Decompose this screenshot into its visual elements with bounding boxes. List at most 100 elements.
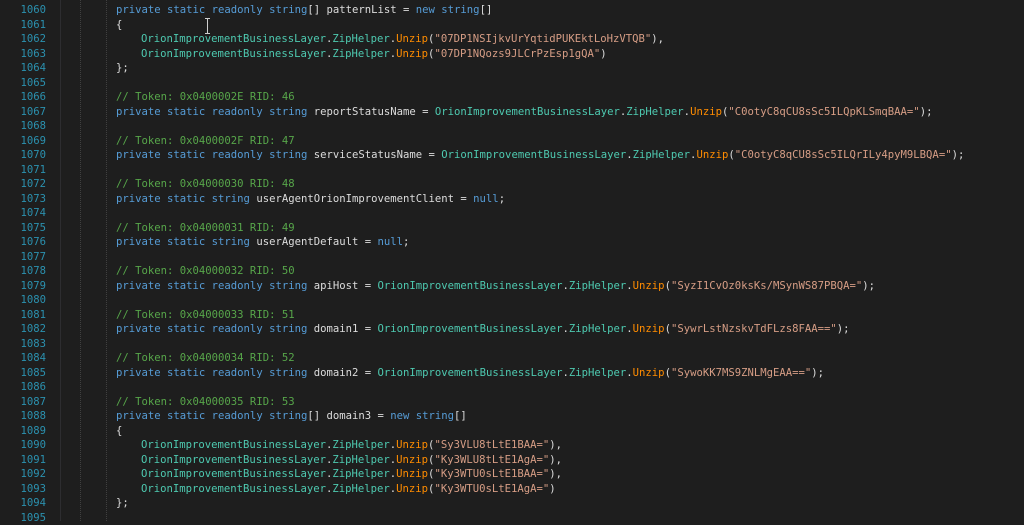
- code-token: );: [920, 106, 933, 118]
- line-number: 1069: [0, 134, 46, 149]
- code-token: private static readonly string: [116, 4, 307, 16]
- code-token: "SyzI1CvOz0ksKs/MSynWS87PBQA=": [671, 280, 862, 292]
- code-line[interactable]: {: [116, 424, 122, 439]
- code-token: new string: [416, 4, 480, 16]
- code-token: private static readonly string: [116, 280, 307, 292]
- code-token: private static readonly string: [116, 410, 307, 422]
- code-token: // Token: 0x04000032 RID: 50: [116, 265, 295, 277]
- code-line[interactable]: // Token: 0x04000032 RID: 50: [116, 264, 295, 279]
- code-token: // Token: 0x04000035 RID: 53: [116, 396, 295, 408]
- line-number: 1071: [0, 163, 46, 178]
- line-number: 1077: [0, 250, 46, 265]
- code-line[interactable]: private static readonly string reportSta…: [116, 105, 932, 120]
- code-line[interactable]: OrionImprovementBusinessLayer.ZipHelper.…: [141, 453, 562, 468]
- code-line[interactable]: {: [116, 18, 122, 33]
- code-line[interactable]: private static readonly string apiHost =…: [116, 279, 875, 294]
- code-token: [] domain3 =: [307, 410, 390, 422]
- line-number: 1078: [0, 264, 46, 279]
- code-token: // Token: 0x04000030 RID: 48: [116, 178, 295, 190]
- code-token: OrionImprovementBusinessLayer: [141, 483, 326, 495]
- code-line[interactable]: private static readonly string serviceSt…: [116, 148, 964, 163]
- code-token: // Token: 0x0400002E RID: 46: [116, 91, 295, 103]
- code-token: Unzip: [396, 468, 428, 480]
- text-cursor-icon: [205, 18, 211, 34]
- code-line[interactable]: // Token: 0x04000034 RID: 52: [116, 351, 295, 366]
- code-token: apiHost =: [307, 280, 377, 292]
- code-line[interactable]: // Token: 0x04000031 RID: 49: [116, 221, 295, 236]
- code-line[interactable]: // Token: 0x0400002E RID: 46: [116, 90, 295, 105]
- code-token: []: [480, 4, 493, 16]
- code-token: "SywrLstNzskvTdFLzs8FAA==": [671, 323, 837, 335]
- code-token: Unzip: [396, 483, 428, 495]
- code-token: []: [454, 410, 467, 422]
- line-number: 1084: [0, 351, 46, 366]
- code-token: ),: [549, 439, 562, 451]
- line-number: 1082: [0, 322, 46, 337]
- line-number: 1062: [0, 32, 46, 47]
- line-number: 1064: [0, 61, 46, 76]
- code-line[interactable]: // Token: 0x04000035 RID: 53: [116, 395, 295, 410]
- code-line[interactable]: OrionImprovementBusinessLayer.ZipHelper.…: [141, 482, 556, 497]
- line-number: 1072: [0, 177, 46, 192]
- code-token: ZipHelper: [332, 454, 389, 466]
- code-token: };: [116, 497, 129, 509]
- code-token: ZipHelper: [569, 367, 626, 379]
- code-token: Unzip: [396, 454, 428, 466]
- code-token: OrionImprovementBusinessLayer: [141, 454, 326, 466]
- code-token: );: [837, 323, 850, 335]
- code-line[interactable]: OrionImprovementBusinessLayer.ZipHelper.…: [141, 47, 607, 62]
- line-number: 1093: [0, 482, 46, 497]
- code-token: OrionImprovementBusinessLayer: [441, 149, 626, 161]
- code-line[interactable]: };: [116, 61, 129, 76]
- line-number: 1081: [0, 308, 46, 323]
- code-token: {: [116, 19, 122, 31]
- code-line[interactable]: private static readonly string[] pattern…: [116, 3, 492, 18]
- code-line[interactable]: // Token: 0x04000030 RID: 48: [116, 177, 295, 192]
- code-token: "Ky3WLU8tLtE1AgA=": [434, 454, 549, 466]
- line-number: 1075: [0, 221, 46, 236]
- code-line[interactable]: };: [116, 496, 129, 511]
- code-token: ),: [651, 33, 664, 45]
- line-number: 1068: [0, 119, 46, 134]
- code-token: userAgentDefault =: [250, 236, 378, 248]
- code-token: };: [116, 62, 129, 74]
- line-number: 1079: [0, 279, 46, 294]
- code-token: Unzip: [696, 149, 728, 161]
- code-line[interactable]: OrionImprovementBusinessLayer.ZipHelper.…: [141, 438, 562, 453]
- code-token: // Token: 0x04000031 RID: 49: [116, 222, 295, 234]
- code-token: "SywoKK7MS9ZNLMgEAA==": [671, 367, 811, 379]
- code-line[interactable]: private static readonly string domain1 =…: [116, 322, 850, 337]
- line-number: 1095: [0, 511, 46, 525]
- line-number: 1076: [0, 235, 46, 250]
- code-token: ),: [549, 468, 562, 480]
- code-token: ZipHelper: [332, 439, 389, 451]
- line-number: 1067: [0, 105, 46, 120]
- code-token: "Ky3WTU0sLtE1AgA=": [434, 483, 549, 495]
- code-line[interactable]: OrionImprovementBusinessLayer.ZipHelper.…: [141, 32, 664, 47]
- code-line[interactable]: // Token: 0x0400002F RID: 47: [116, 134, 295, 149]
- code-token: );: [862, 280, 875, 292]
- code-token: Unzip: [396, 48, 428, 60]
- code-area[interactable]: private static readonly string[] pattern…: [66, 0, 1024, 521]
- code-line[interactable]: private static readonly string[] domain3…: [116, 409, 467, 424]
- code-token: private static string: [116, 236, 250, 248]
- code-token: OrionImprovementBusinessLayer: [141, 468, 326, 480]
- line-number: 1074: [0, 206, 46, 221]
- code-line[interactable]: OrionImprovementBusinessLayer.ZipHelper.…: [141, 467, 562, 482]
- indent-guide: [80, 0, 81, 521]
- code-token: "C0otyC8qCU8sSc5ILQpKLSmqBAA=": [728, 106, 919, 118]
- code-token: Unzip: [633, 323, 665, 335]
- code-token: ZipHelper: [569, 323, 626, 335]
- code-editor[interactable]: 1060106110621063106410651066106710681069…: [0, 0, 1024, 521]
- line-number: 1088: [0, 409, 46, 424]
- code-token: ZipHelper: [569, 280, 626, 292]
- code-line[interactable]: private static string userAgentOrionImpr…: [116, 192, 505, 207]
- line-number: 1083: [0, 337, 46, 352]
- line-number: 1086: [0, 380, 46, 395]
- code-line[interactable]: private static readonly string domain2 =…: [116, 366, 824, 381]
- code-token: OrionImprovementBusinessLayer: [141, 48, 326, 60]
- code-line[interactable]: // Token: 0x04000033 RID: 51: [116, 308, 295, 323]
- code-line[interactable]: private static string userAgentDefault =…: [116, 235, 409, 250]
- code-token: // Token: 0x04000034 RID: 52: [116, 352, 295, 364]
- code-token: domain2 =: [307, 367, 377, 379]
